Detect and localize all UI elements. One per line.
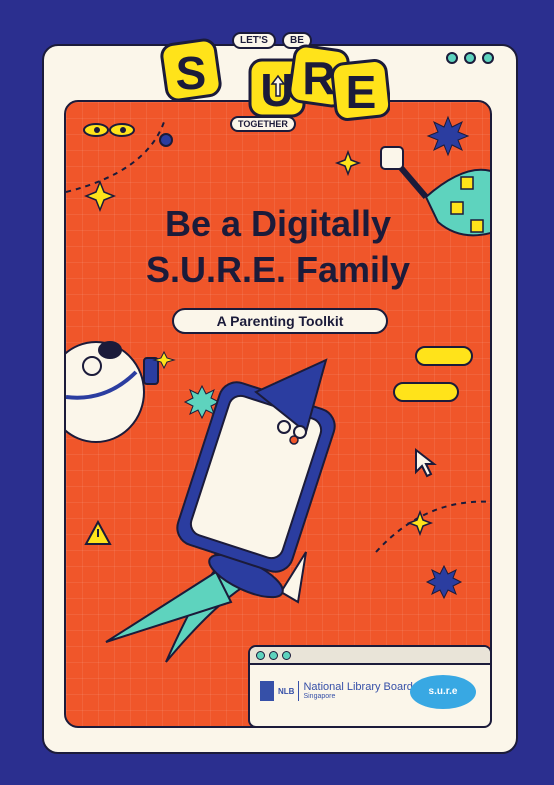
- lets-be-sure-logo: LET'S BE S U R E TOGETHER: [160, 26, 390, 136]
- nlb-abbr: NLB: [278, 686, 295, 696]
- cursor-icon: [415, 447, 437, 478]
- footer-window-bar: [250, 647, 490, 665]
- nlb-text: National Library Board Singapore: [303, 681, 413, 701]
- window-dot-icon: [482, 52, 494, 64]
- window-dot-icon: [269, 650, 278, 660]
- logo-letter: E: [346, 66, 377, 118]
- nlb-book-icon: [260, 681, 274, 701]
- window-dot-icon: [256, 650, 265, 660]
- sure-badge: s.u.r.e: [410, 675, 476, 709]
- nlb-name: National Library Board: [303, 681, 413, 693]
- cover-artwork: Be a Digitally S.U.R.E. Family A Parenti…: [64, 100, 492, 728]
- window-dot-icon: [446, 52, 458, 64]
- logo-letter: S: [176, 47, 207, 99]
- title-line-1: Be a Digitally: [164, 203, 392, 244]
- window-controls: [446, 52, 494, 64]
- illustration: [66, 115, 490, 663]
- nlb-logo: NLB National Library Board Singapore: [260, 681, 413, 701]
- divider: [298, 681, 300, 701]
- title-line-2: S.U.R.E. Family: [145, 249, 411, 290]
- logo-together-text: TOGETHER: [230, 116, 296, 132]
- window-dot-icon: [282, 650, 291, 660]
- subtitle-pill: A Parenting Toolkit: [172, 308, 388, 334]
- window-dot-icon: [464, 52, 476, 64]
- cover-page: Be a Digitally S.U.R.E. Family A Parenti…: [0, 0, 554, 785]
- logo-letter: R: [302, 52, 335, 104]
- partner-logos-window: NLB National Library Board Singapore s.u…: [248, 645, 492, 728]
- nlb-country: Singapore: [303, 693, 336, 700]
